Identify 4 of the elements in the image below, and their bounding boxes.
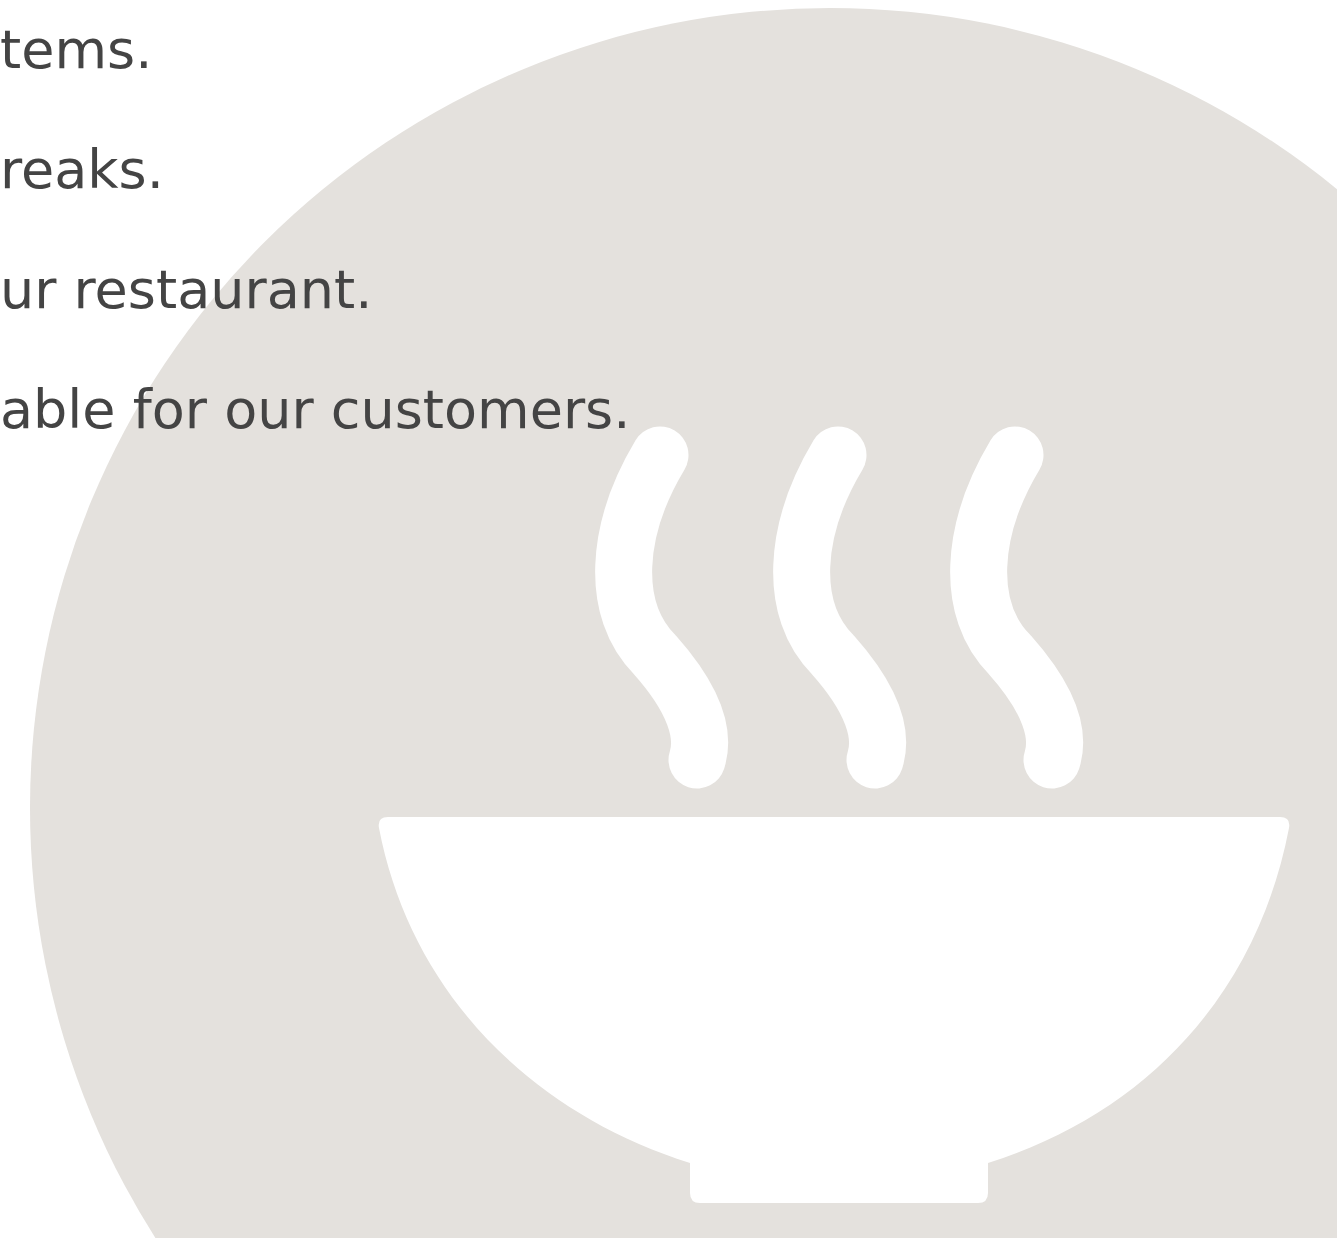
body-text: tems. [0, 17, 154, 83]
body-text: reaks. [0, 137, 165, 203]
body-text: ur restaurant. [0, 257, 374, 323]
body-text: able for our customers. [0, 377, 632, 443]
